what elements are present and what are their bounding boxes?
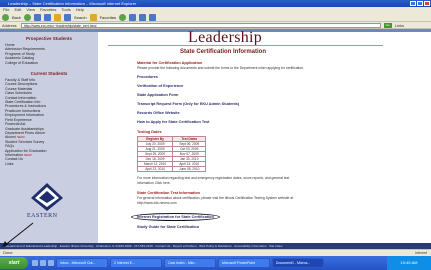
desktop-icon[interactable] (32, 260, 38, 266)
browser-icon[interactable] (40, 260, 46, 266)
window-title: Leadership – State Certification Informa… (8, 1, 137, 6)
sidebar-link-label: Information (5, 152, 23, 157)
procedures-link[interactable]: Procedures (137, 75, 387, 79)
sidebar-prospective-links: Home Admission Requirements Programs of … (0, 43, 98, 65)
address-label: Address (2, 22, 17, 28)
window-controls (410, 1, 430, 6)
address-bar: Address http://www.ecu.edu/~leadership/s… (0, 22, 431, 29)
records-office-link[interactable]: Records Office Website (137, 111, 387, 115)
search-icon[interactable] (63, 13, 71, 21)
university-logo-icon (31, 183, 63, 211)
windows-taskbar: start Inbox - Microsoft Out... 2 Interne… (0, 256, 431, 270)
url-input[interactable]: http://www.ecu.edu/~leadership/state_cer… (20, 22, 381, 28)
new-badge: NEW! (23, 152, 32, 157)
favorites-star-icon[interactable] (89, 13, 97, 21)
window-titlebar: Leadership – State Certification Informa… (0, 0, 431, 7)
refresh-icon[interactable] (43, 13, 51, 21)
start-button[interactable]: start (0, 257, 28, 269)
go-button[interactable]: Go (383, 22, 392, 28)
back-label[interactable]: Back (12, 15, 21, 20)
sidebar-heading-current: Current Students (30, 71, 68, 77)
page-title: State Certification Information (179, 49, 266, 55)
home-icon[interactable] (53, 13, 61, 21)
search-label[interactable]: Search (74, 15, 87, 20)
taskbar-item[interactable]: Microsoft PowerPoint (218, 258, 270, 268)
cert-info-text: For general information about certificat… (137, 196, 294, 205)
media-icon[interactable] (119, 13, 127, 21)
system-clock: 10:45 AM (387, 256, 431, 270)
sidebar-link[interactable]: Links (5, 162, 98, 166)
maximize-button[interactable] (417, 1, 423, 6)
material-description: Please provide the following documents a… (137, 66, 304, 70)
print-icon[interactable] (149, 13, 157, 21)
close-button[interactable] (424, 1, 430, 6)
verification-link[interactable]: Verification of Experience (137, 84, 387, 88)
minimize-button[interactable] (410, 1, 416, 6)
stop-icon[interactable] (33, 13, 41, 21)
study-guide-link[interactable]: Study Guide for State Certification (137, 225, 387, 229)
links-label[interactable]: Links (395, 23, 404, 28)
transcript-request-link[interactable]: Transcript Request Form (Only for EKU Ad… (137, 102, 387, 106)
how-to-apply-link[interactable]: How to Apply for State Certification Tes… (137, 120, 387, 124)
new-badge: NEW! (17, 135, 25, 140)
favorites-label[interactable]: Favorites (100, 15, 116, 20)
taskbar-item[interactable]: 2 Internet E... (110, 258, 162, 268)
table-cell: April 23, 2010 (136, 166, 174, 173)
taskbar-item[interactable]: Cast Index - Micr... (164, 258, 216, 268)
header-divider (108, 45, 383, 46)
section-heading-material: Material for Certification Application (137, 61, 203, 65)
mouse-pointer-icon (2, 222, 34, 247)
testing-dates-table: Register By Test Dates July 20, 2009 Sept… (136, 136, 207, 173)
mail-icon[interactable] (48, 260, 54, 266)
logo-wordmark: EASTERN (27, 213, 58, 219)
section-heading-testing: Testing Dates (137, 130, 162, 135)
history-icon[interactable] (129, 13, 137, 21)
test-info-text: For more information regarding test and … (137, 176, 290, 185)
mail-icon[interactable] (139, 13, 147, 21)
table-cell: June 05, 2010 (172, 166, 207, 173)
sidebar-current-links: Faculty & Staff Info Course Descriptions… (0, 78, 98, 166)
main-content: State Certification Information Material… (131, 49, 387, 229)
sidebar-link-label: Alumni (5, 135, 16, 140)
back-arrow-icon[interactable] (2, 13, 9, 21)
section-heading-cert-info: State Certification Test Information (137, 191, 201, 196)
quick-launch (32, 260, 54, 266)
internet-registration-link[interactable]: Internet Registration for State Certific… (131, 213, 220, 222)
table-row: April 23, 2010 June 05, 2010 (136, 166, 207, 173)
browser-toolbar: Back Search Favorites (0, 13, 431, 22)
state-application-link[interactable]: State Application Form (137, 93, 387, 97)
sidebar-heading-prospective: Prospective Students (25, 36, 72, 41)
taskbar-item[interactable]: Inbox - Microsoft Out... (56, 258, 108, 268)
page-content: Prospective Students Home Admission Requ… (0, 29, 431, 249)
forward-arrow-icon[interactable] (23, 13, 31, 21)
sidebar-link[interactable]: College of Education (5, 61, 98, 65)
taskbar-item[interactable]: Document1 - Micros... (272, 258, 324, 268)
status-text: Done (3, 250, 13, 255)
status-bar: Done Internet (0, 249, 431, 256)
